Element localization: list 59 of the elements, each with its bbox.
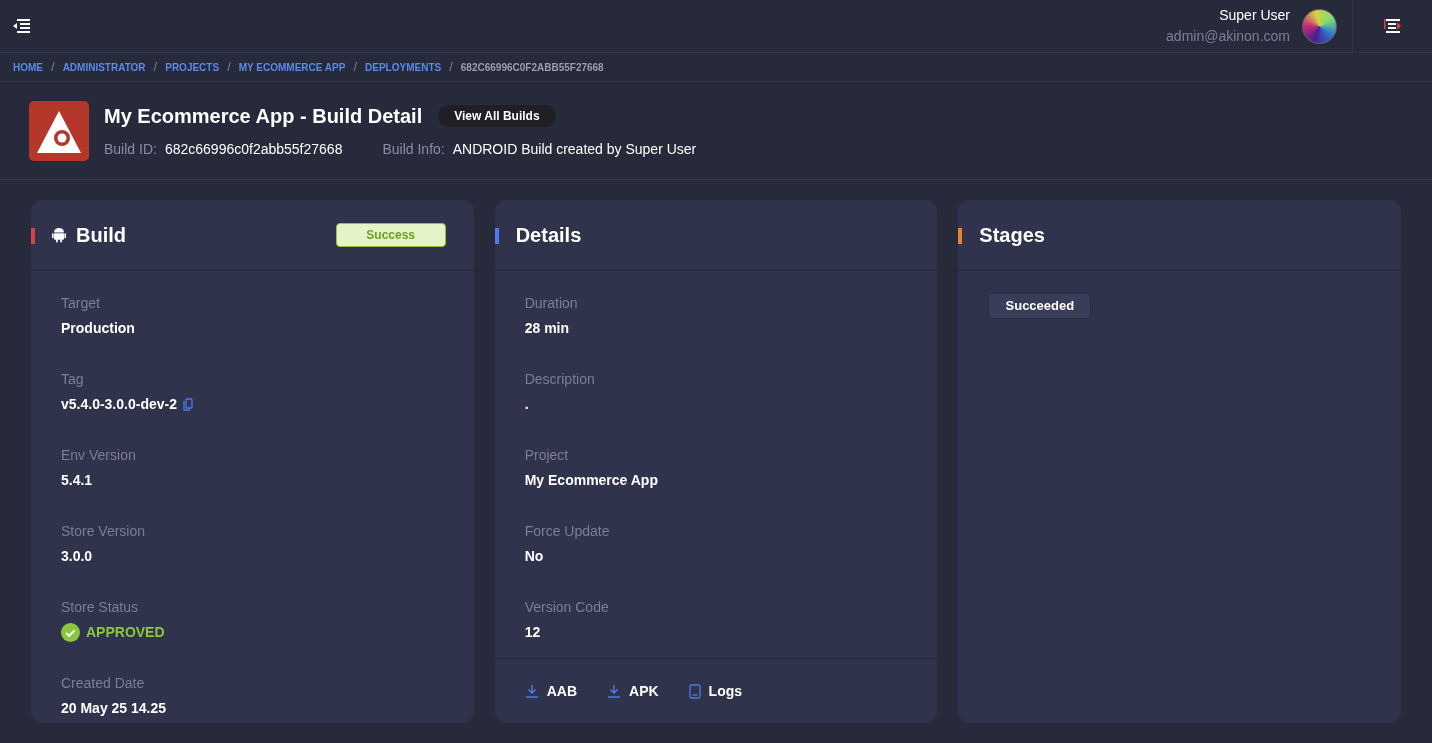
field-value: APPROVED [86,623,165,642]
breadcrumb-separator: / [353,58,358,77]
breadcrumb-separator: / [51,58,55,77]
user-name: Super User [1219,6,1290,25]
page-title: My Ecommerce App - Build Detail [104,104,423,129]
check-circle-icon [61,623,80,642]
view-all-builds-button[interactable]: View All Builds [438,105,556,127]
field-value: Production [61,319,136,338]
field-value: 5.4.1 [61,471,94,490]
field-value: No [524,547,545,566]
field-value: My Ecommerce App [524,471,659,490]
field-label: Tag [61,370,85,389]
breadcrumb-link[interactable]: PROJECTS [165,59,220,75]
breadcrumb-link[interactable]: DEPLOYMENTS [365,59,442,75]
document-icon [688,683,701,699]
menu-collapse-icon[interactable] [13,19,30,33]
field-value: . [524,395,530,414]
meta-label: Build ID: [104,140,157,159]
breadcrumb-link[interactable]: MY ECOMMERCE APP [238,59,346,75]
stage-tag: Succeeded [988,293,1092,319]
card-title: Details [515,223,582,248]
breadcrumb-separator: / [449,58,453,77]
field-label: Store Version [61,522,147,541]
download-button[interactable]: APK [607,680,659,702]
avatar[interactable] [1302,8,1337,44]
breadcrumb-link[interactable]: ADMINISTRATOR [62,59,146,75]
field-label: Target [61,294,101,313]
breadcrumb-link[interactable]: HOME [13,59,43,75]
meta-value: 682c66996c0f2abb55f27668 [164,140,343,159]
field-label: Duration [524,294,579,313]
android-icon [52,227,66,243]
meta-value: ANDROID Build created by Super User [452,140,697,159]
card-title: Stages [979,223,1045,248]
status-badge: Success [335,223,446,247]
field-value: 20 May 25 14.25 [61,699,168,718]
field-label: Project [524,446,570,465]
field-value: 28 min [524,319,571,338]
meta-label: Build Info: [382,140,445,159]
logs-button[interactable]: Logs [688,680,743,702]
field-value: 12 [524,623,542,642]
field-label: Env Version [61,446,137,465]
field-label: Store Status [61,598,140,617]
download-icon [607,684,621,698]
download-button[interactable]: AAB [524,680,577,702]
app-logo [29,100,89,161]
field-label: Description [524,370,596,389]
breadcrumb-separator: / [227,58,231,77]
field-label: Force Update [524,522,611,541]
breadcrumb-current: 682C66996C0F2ABB55F27668 [460,60,604,75]
copy-icon[interactable] [182,398,193,411]
field-label: Created Date [61,674,146,693]
card-title: Build [76,223,126,248]
download-icon [524,684,539,698]
breadcrumb-separator: / [153,58,158,77]
user-email: admin@akinon.com [1166,27,1290,46]
field-value: 3.0.0 [61,547,94,566]
field-label: Version Code [524,598,610,617]
list-panel-icon[interactable] [1383,18,1402,34]
field-value: v5.4.0-3.0.0-dev-2 [61,395,177,414]
